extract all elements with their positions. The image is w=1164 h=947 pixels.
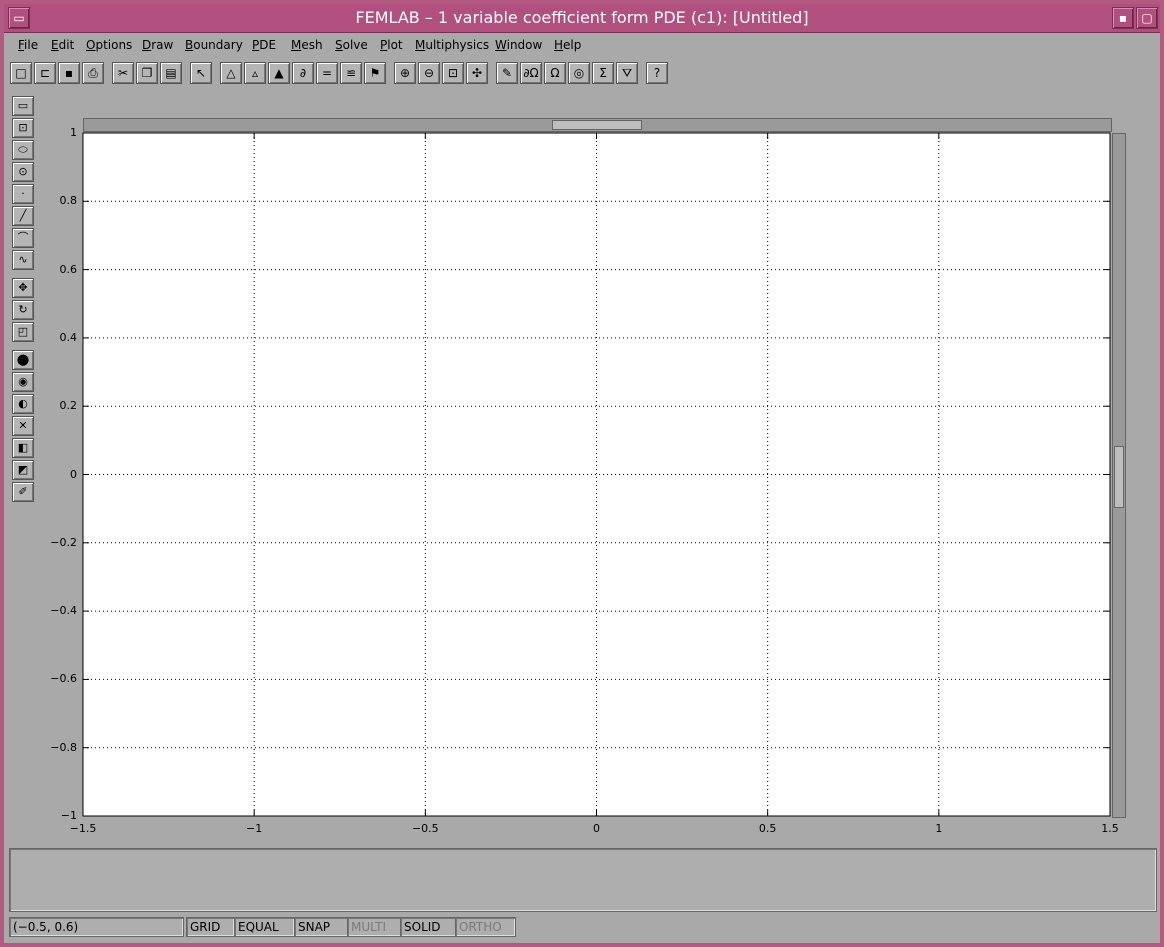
- vertical-scrollbar[interactable]: [1112, 133, 1126, 818]
- x-tick-label: −1.5: [69, 822, 97, 835]
- y-tick-label: 1: [70, 126, 77, 139]
- x-tick-label: 0.5: [758, 822, 777, 835]
- toggle-multi[interactable]: MULTI: [347, 917, 402, 937]
- axes-svg: [82, 132, 1111, 817]
- toggle-ortho[interactable]: ORTHO: [455, 917, 516, 937]
- x-tick-label: −1: [246, 822, 263, 835]
- x-tick-label: 1: [935, 822, 943, 835]
- toggle-equal[interactable]: EQUAL: [234, 917, 295, 937]
- app-window: ▭ FEMLAB – 1 variable coefficient form P…: [4, 4, 1160, 943]
- y-tick-label: −1: [60, 809, 77, 822]
- status-bar: (−0.5, 0.6) GRID EQUAL SNAP MULTI SOLID ORTHO: [4, 915, 1160, 939]
- toggle-solid[interactable]: SOLID: [400, 917, 457, 937]
- vertical-scroll-thumb[interactable]: [1114, 446, 1124, 508]
- y-tick-label: 0.4: [59, 330, 78, 344]
- y-tick-label: −0.4: [50, 604, 77, 618]
- y-tick-label: 0.8: [59, 194, 78, 208]
- y-tick-label: 0: [70, 467, 77, 481]
- x-tick-label: −0.5: [411, 822, 439, 835]
- toggle-grid[interactable]: GRID: [186, 917, 235, 937]
- x-tick-label: 1.5: [1101, 822, 1119, 835]
- y-tick-label: 0.2: [59, 399, 78, 413]
- y-tick-label: −0.2: [50, 535, 77, 549]
- y-tick-label: −0.8: [50, 740, 77, 754]
- x-tick-label: 0: [593, 822, 600, 835]
- toggle-snap[interactable]: SNAP: [294, 917, 349, 937]
- coordinate-readout: (−0.5, 0.6): [9, 917, 184, 937]
- y-tick-label: 0.6: [59, 262, 78, 276]
- message-pane: [9, 848, 1157, 912]
- y-tick-label: −0.6: [50, 672, 77, 686]
